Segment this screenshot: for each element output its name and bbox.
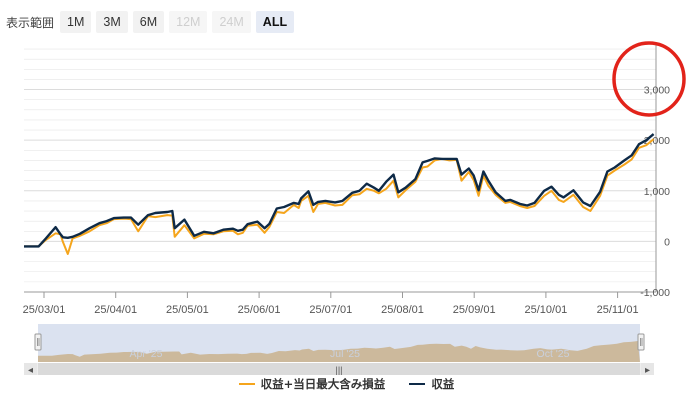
chart-legend: 収益+当日最大含み損益 収益 xyxy=(0,376,693,392)
y-axis-ticks: -1,000 0 1,000 2,000 3,000 xyxy=(640,85,670,299)
chart-series xyxy=(24,133,655,255)
legend-item-total[interactable]: 収益+当日最大含み損益 xyxy=(238,376,386,392)
navigator-scrollbar[interactable]: ||| ◂ ▸ xyxy=(24,363,654,376)
legend-label-total: 収益+当日最大含み損益 xyxy=(260,377,386,391)
navigator-label-oct: Oct '25 xyxy=(537,348,570,360)
scroll-right-arrow-icon: ▸ xyxy=(645,365,650,376)
x-tick-label: 25/10/01 xyxy=(524,304,567,316)
y-tick-label: 0 xyxy=(664,236,670,248)
navigator-label-jul: Jul '25 xyxy=(330,348,360,360)
navigator-label-apr: Apr '25 xyxy=(130,348,163,360)
series-line-profit xyxy=(24,133,655,248)
y-tick-label: 3,000 xyxy=(644,85,670,97)
x-tick-label: 25/09/01 xyxy=(453,304,496,316)
x-tick-label: 25/08/01 xyxy=(381,304,424,316)
stock-chart: -1,00001,0002,0003,000 25/03/01 25/04/01 2… xyxy=(23,41,686,376)
legend-swatch-profit xyxy=(409,383,426,385)
x-tick-label: 25/07/01 xyxy=(309,304,352,316)
legend-swatch-total xyxy=(238,383,255,385)
scrollbar-grip-icon: ||| xyxy=(335,365,342,375)
scroll-left-arrow-icon: ◂ xyxy=(28,365,33,376)
legend-label-profit: 収益 xyxy=(431,377,455,391)
navigator-handle-right-icon[interactable] xyxy=(637,333,645,351)
highlight-circle-icon xyxy=(612,41,686,117)
y-tick-label: 1,000 xyxy=(644,186,670,198)
legend-item-profit[interactable]: 収益 xyxy=(409,376,454,392)
chart-gridlines xyxy=(24,44,657,293)
navigator-handle-left-icon[interactable] xyxy=(34,333,42,351)
y-tick-label: -1,000 xyxy=(640,287,670,299)
y-tick-label: 2,000 xyxy=(644,135,670,147)
navigator[interactable]: Apr '25 Jul '25 Oct '25 xyxy=(34,324,645,362)
series-line-total xyxy=(24,138,655,255)
x-tick-label: 25/06/01 xyxy=(238,304,281,316)
x-tick-label: 25/11/01 xyxy=(597,304,639,316)
x-tick-label: 25/05/01 xyxy=(166,304,209,316)
x-axis-ticks: 25/03/01 25/04/01 25/05/01 25/06/01 25/07/01… xyxy=(23,292,639,316)
x-tick-label: 25/04/01 xyxy=(94,304,137,316)
x-tick-label: 25/03/01 xyxy=(23,304,66,316)
